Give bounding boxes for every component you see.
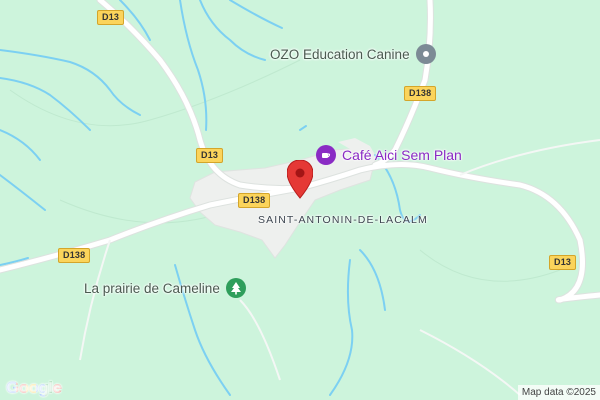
poi-cafe-label: Café Aici Sem Plan xyxy=(342,147,462,163)
poi-la-prairie-de-cameline[interactable]: La prairie de Cameline xyxy=(84,278,246,298)
poi-ozo-education-canine[interactable]: OZO Education Canine xyxy=(270,44,436,64)
road-label-d138-center: D138 xyxy=(238,193,271,208)
cafe-icon xyxy=(316,145,336,165)
place-marker-icon xyxy=(415,44,436,64)
town-label: SAINT-ANTONIN-DE-LACALM xyxy=(258,214,428,226)
road-label-d138-west: D138 xyxy=(58,248,91,263)
google-logo[interactable]: Google xyxy=(6,378,62,398)
road-label-d13-east: D13 xyxy=(549,255,577,270)
poi-ozo-label: OZO Education Canine xyxy=(270,46,410,62)
location-pin-icon[interactable] xyxy=(286,159,314,205)
road-label-d13-mid: D13 xyxy=(196,148,224,163)
road-label-d13-top: D13 xyxy=(97,10,125,25)
poi-cafe-aici-sem-plan[interactable]: Café Aici Sem Plan xyxy=(316,145,462,165)
poi-prairie-label: La prairie de Cameline xyxy=(84,280,220,296)
park-tree-icon xyxy=(225,278,246,298)
map-canvas[interactable]: D13 D13 D138 D138 D138 D13 OZO Education… xyxy=(0,0,600,400)
google-logo-text: Google xyxy=(6,378,62,397)
road-label-d138-east: D138 xyxy=(404,86,437,101)
map-data-attribution[interactable]: Map data ©2025 xyxy=(517,385,600,400)
